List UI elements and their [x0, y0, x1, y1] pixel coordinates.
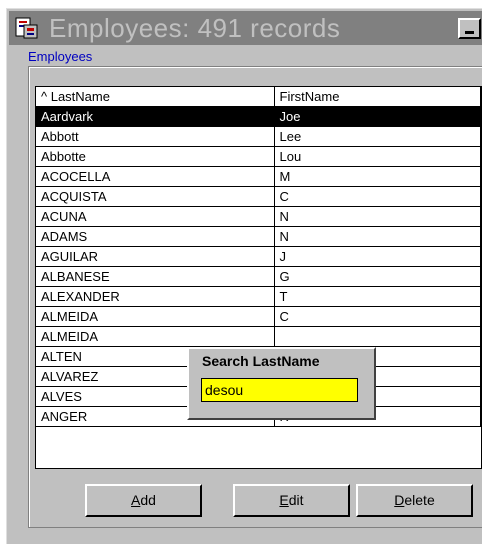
add-label-rest: dd [140, 492, 156, 508]
table-row[interactable]: ACUNA N [36, 206, 481, 227]
cell-firstname[interactable]: C [274, 186, 481, 207]
column-header-lastname[interactable]: ^ LastName [36, 87, 275, 107]
minimize-icon [465, 31, 474, 34]
search-popup: Search LastName [187, 347, 376, 420]
cell-lastname[interactable]: ADAMS [36, 226, 275, 247]
add-button[interactable]: Add [85, 484, 202, 517]
cell-firstname[interactable]: G [274, 266, 481, 287]
cell-lastname[interactable]: ACQUISTA [36, 186, 275, 207]
cell-lastname[interactable]: ALMEIDA [36, 306, 275, 327]
cell-firstname[interactable] [274, 326, 481, 347]
table-row[interactable]: ACQUISTA C [36, 186, 481, 207]
minimize-button[interactable] [458, 18, 481, 39]
table-row[interactable]: AGUILAR J [36, 246, 481, 267]
table-row[interactable]: Abbotte Lou [36, 146, 481, 167]
cell-lastname[interactable]: ACUNA [36, 206, 275, 227]
cell-firstname[interactable]: J [274, 246, 481, 267]
delete-label-rest: elete [404, 492, 435, 508]
table-row[interactable]: ALEXANDER T [36, 286, 481, 307]
cell-lastname[interactable]: Abbott [36, 126, 275, 147]
delete-button[interactable]: Delete [356, 484, 473, 517]
cell-firstname[interactable]: M [274, 166, 481, 187]
table-row[interactable]: ALMEIDA [36, 326, 481, 347]
cell-lastname[interactable]: ALBANESE [36, 266, 275, 287]
cell-firstname[interactable]: C [274, 306, 481, 327]
cell-lastname[interactable]: Abbotte [36, 146, 275, 167]
cell-lastname[interactable]: Aardvark [36, 106, 275, 127]
cell-firstname[interactable]: N [274, 226, 481, 247]
cell-lastname[interactable]: AGUILAR [36, 246, 275, 267]
cell-firstname[interactable]: N [274, 206, 481, 227]
edit-button[interactable]: Edit [233, 484, 350, 517]
cell-firstname[interactable]: Lee [274, 126, 481, 147]
title-bar[interactable]: Employees: 491 records [9, 11, 482, 45]
cell-lastname[interactable]: ALEXANDER [36, 286, 275, 307]
window-title: Employees: 491 records [49, 13, 341, 43]
edit-label-rest: dit [288, 492, 304, 508]
cell-firstname[interactable]: Joe [274, 106, 481, 127]
table-row[interactable]: Abbott Lee [36, 126, 481, 147]
delete-accel: D [394, 492, 405, 508]
table-row[interactable]: ADAMS N [36, 226, 481, 247]
table-row[interactable]: ALBANESE G [36, 266, 481, 287]
cell-firstname[interactable]: Lou [274, 146, 481, 167]
group-label: Employees [26, 49, 95, 64]
app-icon [15, 17, 38, 39]
edit-accel: E [279, 492, 289, 508]
search-title: Search LastName [202, 353, 320, 369]
cell-lastname[interactable]: ACOCELLA [36, 166, 275, 187]
search-input[interactable] [201, 378, 358, 402]
table-row[interactable]: Aardvark Joe [36, 106, 481, 127]
column-header-firstname[interactable]: FirstName [274, 87, 481, 107]
table-row[interactable]: ACOCELLA M [36, 166, 481, 187]
add-accel: A [131, 492, 141, 508]
header-row: ^ LastName FirstName [36, 87, 481, 107]
cell-lastname[interactable]: ALMEIDA [36, 326, 275, 347]
cell-firstname[interactable]: T [274, 286, 481, 307]
table-row[interactable]: ALMEIDA C [36, 306, 481, 327]
